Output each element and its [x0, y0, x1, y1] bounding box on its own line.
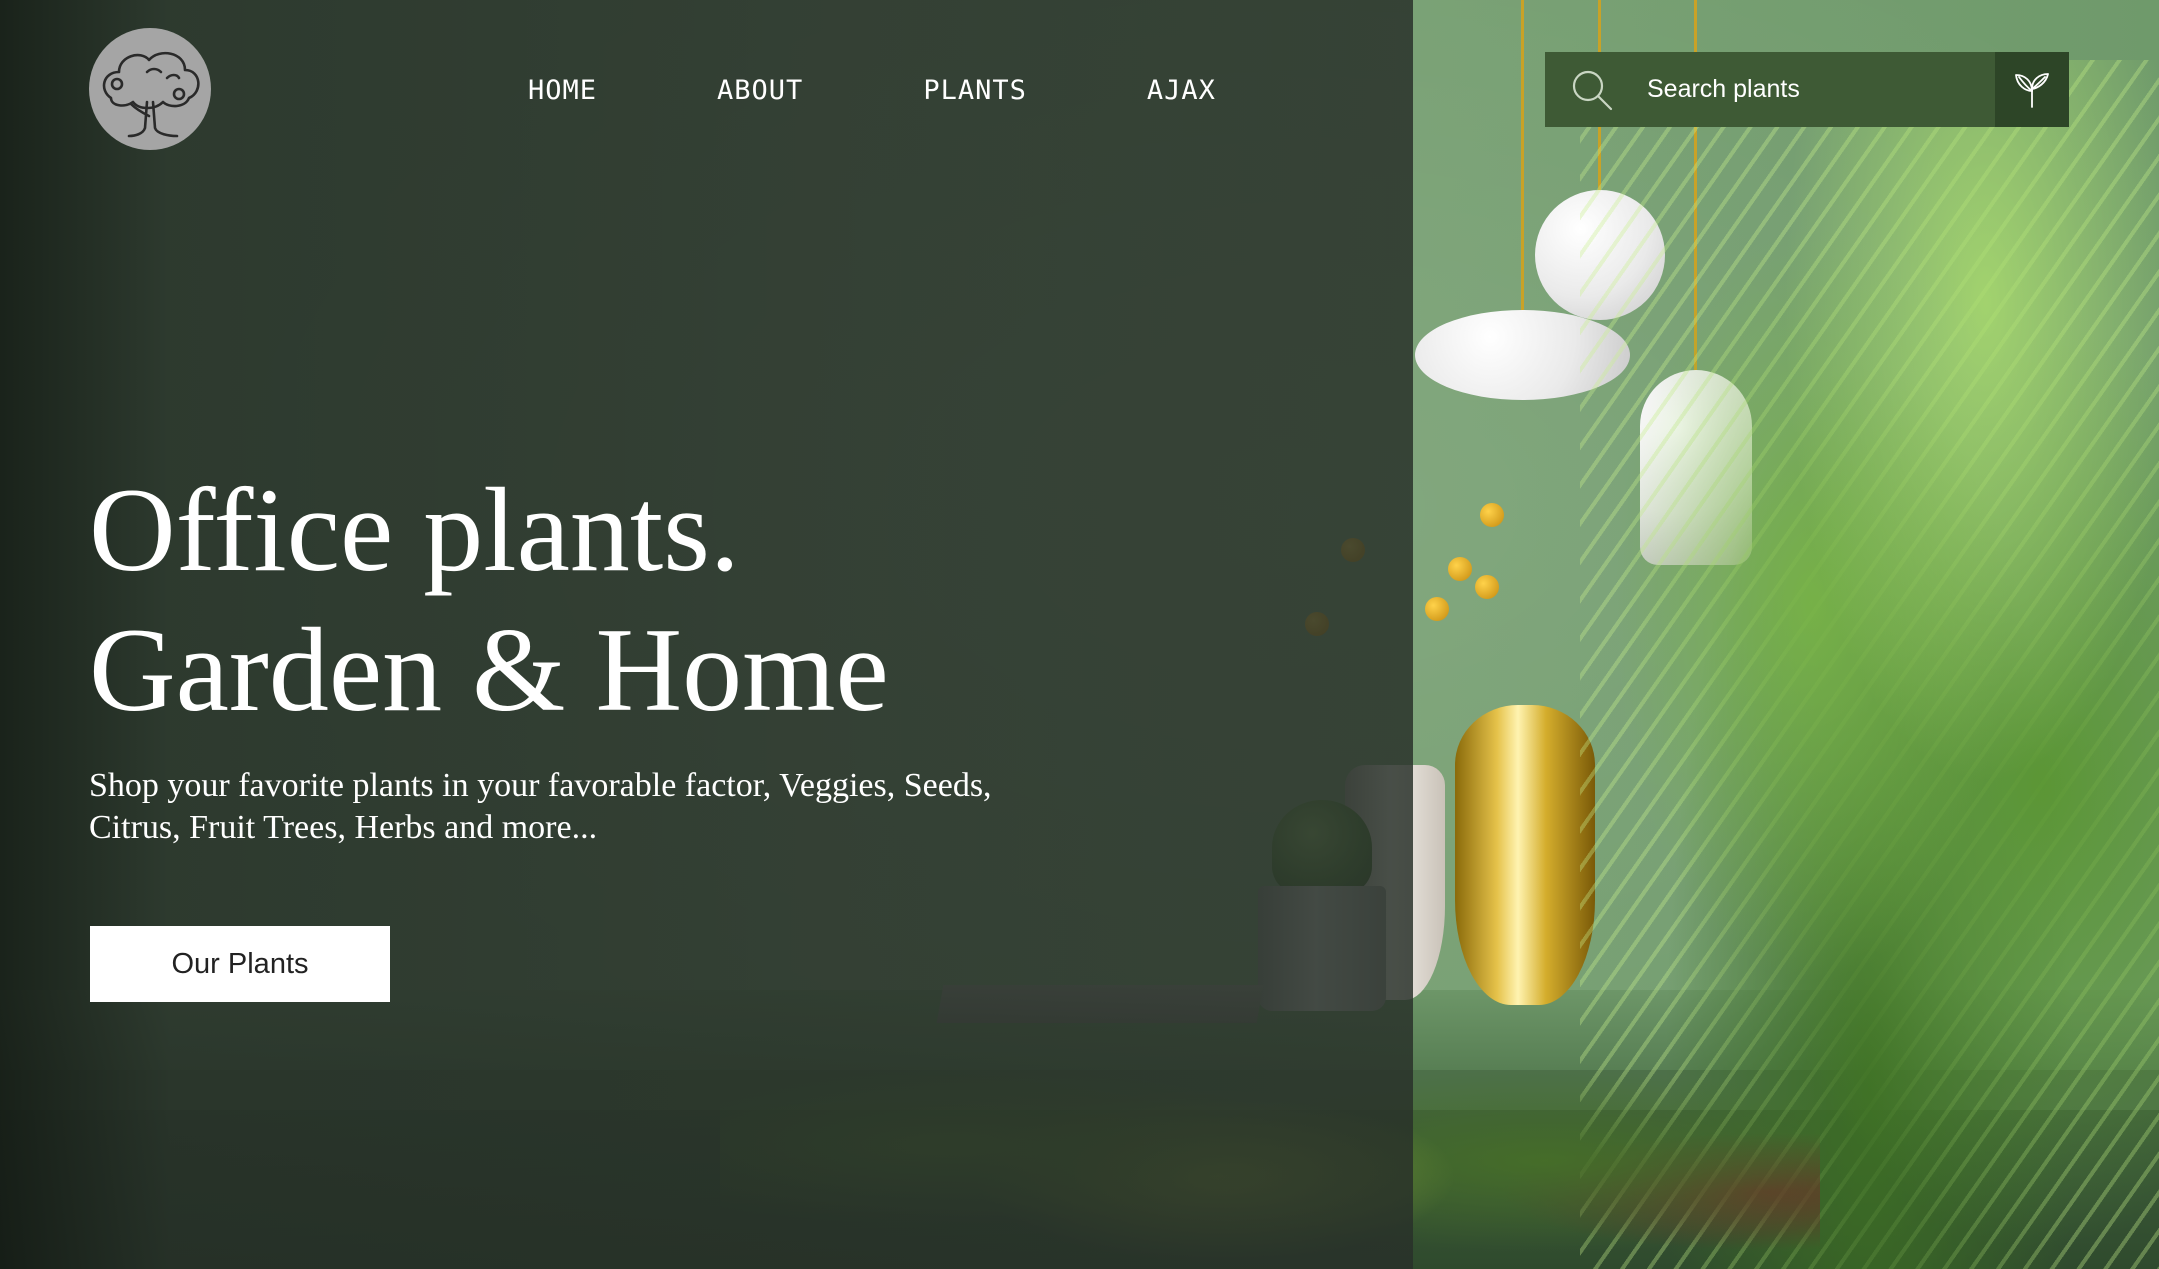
main-nav: HOME ABOUT PLANTS AJAX [528, 70, 1216, 110]
hero-subtitle: Shop your favorite plants in your favora… [89, 765, 1089, 849]
lamp-cord [1521, 0, 1524, 315]
search-bar[interactable]: Search plants [1545, 52, 2069, 127]
search-icon[interactable] [1557, 52, 1627, 127]
hero-subtitle-line: Shop your favorite plants in your favora… [89, 767, 992, 804]
flower-bud [1448, 557, 1472, 581]
search-input[interactable]: Search plants [1647, 75, 1995, 104]
nav-item-home[interactable]: HOME [528, 75, 597, 106]
search-button[interactable] [1995, 52, 2069, 127]
nav-item-ajax[interactable]: AJAX [1147, 75, 1216, 106]
our-plants-button[interactable]: Our Plants [90, 926, 390, 1002]
flower-bud [1480, 503, 1504, 527]
nav-item-about[interactable]: ABOUT [717, 75, 803, 106]
hero-title-line: Office plants. [89, 463, 740, 596]
hero-title-line: Garden & Home [89, 603, 889, 736]
flower-bud [1475, 575, 1499, 599]
hero-subtitle-line: Citrus, Fruit Trees, Herbs and more... [89, 809, 598, 846]
landing-page: HOME ABOUT PLANTS AJAX Search plants Off… [0, 0, 2159, 1269]
nav-item-plants[interactable]: PLANTS [923, 75, 1027, 106]
hero-title: Office plants. Garden & Home [89, 460, 889, 740]
sprout-icon [2015, 72, 2049, 108]
tree-logo-icon[interactable] [89, 28, 211, 150]
flower-bud [1425, 597, 1449, 621]
